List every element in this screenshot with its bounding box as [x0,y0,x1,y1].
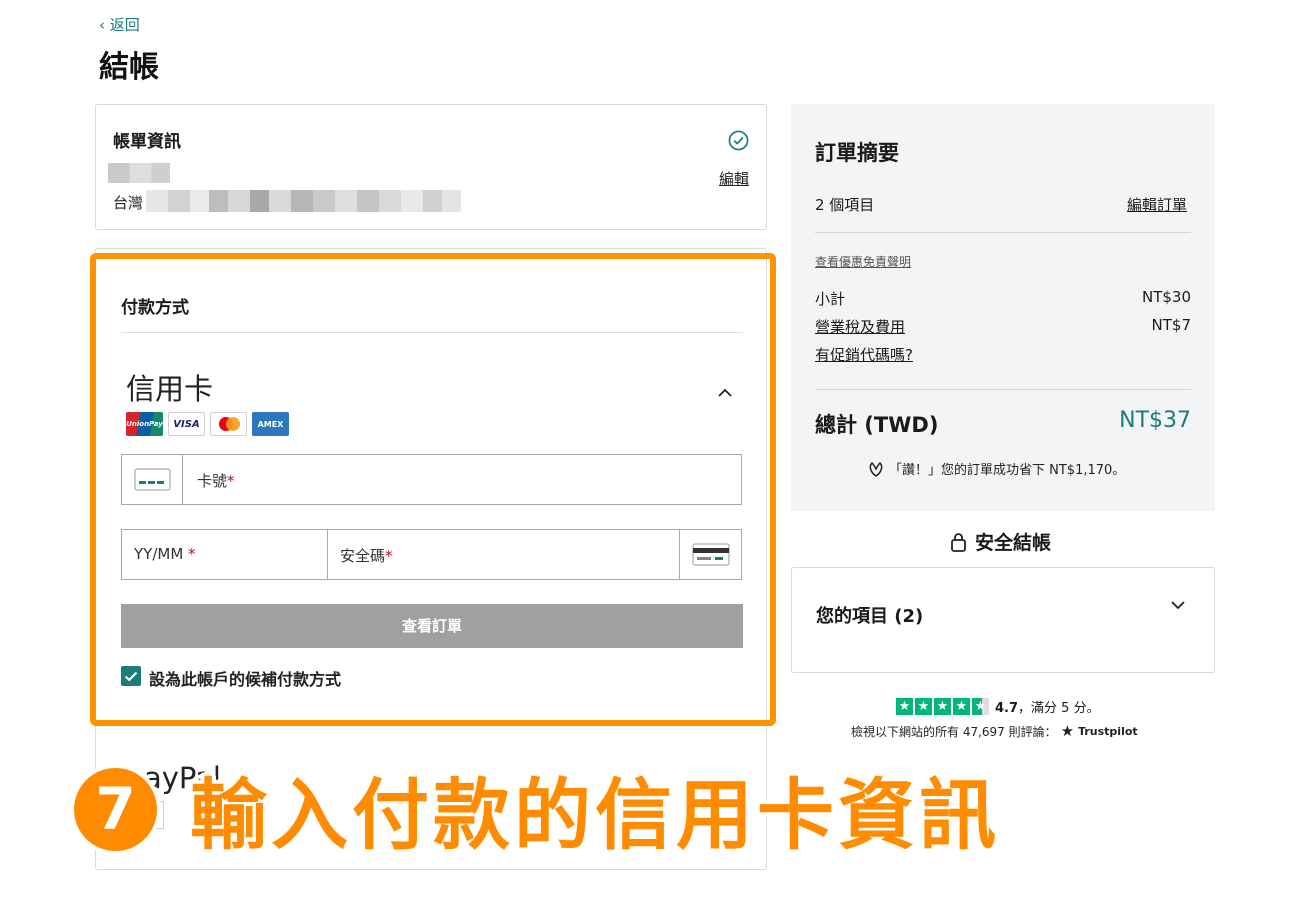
redacted-name [108,163,170,183]
star-icon: ★ [915,698,932,715]
your-items-title: 您的項目 (2) [816,606,924,627]
divider [815,232,1191,233]
chevron-up-icon[interactable] [717,386,733,398]
card-number-placeholder: 卡號* [197,472,235,490]
check-circle-icon [728,130,749,151]
expiry-placeholder: YY/MM * [134,545,196,563]
savings-message: 「讚！」您的訂單成功省下 NT$1,170。 [867,459,1125,478]
divider [121,332,743,333]
tax-link[interactable]: 營業稅及費用 [815,316,905,337]
expiry-field[interactable]: YY/MM * [121,529,328,580]
disclaimer-link[interactable]: 查看優惠免責聲明 [815,253,911,270]
edit-billing-link[interactable]: 編輯 [719,168,749,189]
star-icon: ★ [934,698,951,715]
step-number-badge: 7 [74,768,157,851]
redacted-address [146,190,461,212]
checkmark-icon [124,671,138,682]
page-title: 結帳 [99,50,159,85]
star-icon: ★ [953,698,970,715]
divider [815,389,1191,390]
card-number-field[interactable]: 卡號* [121,454,742,505]
total-value: NT$37 [1119,408,1191,433]
tax-value: NT$7 [1151,316,1191,334]
cvv-icon-box [679,530,741,579]
mastercard-logo [210,412,247,436]
backup-payment-checkbox[interactable] [121,666,141,686]
trustpilot-star-icon: ★ [1060,722,1075,740]
reviews-text: 檢視以下網站的所有 47,697 則評論： [851,724,1057,739]
rating-stars: ★ ★ ★ ★ ★ [896,698,989,715]
payment-title: 付款方式 [121,298,189,318]
card-back-icon [692,543,730,566]
billing-info-card: 帳單資訊 台灣 編輯 [95,104,767,230]
rating-value: 4.7 [995,701,1019,716]
trustpilot-reviews[interactable]: 檢視以下網站的所有 47,697 則評論： ★ Trustpilot [851,722,1138,740]
cvv-placeholder: 安全碼* [340,547,393,565]
annotation-caption: 輸入付款的信用卡資訊 [190,772,1000,861]
total-label: 總計 (TWD) [815,413,939,437]
order-summary: 訂單摘要 2 個項目 編輯訂單 查看優惠免責聲明 小計 NT$30 營業稅及費用… [791,104,1215,511]
leaf-icon [869,461,883,477]
star-half-icon: ★ [972,698,989,715]
cvv-field[interactable]: 安全碼* [327,529,742,580]
edit-order-link[interactable]: 編輯訂單 [1127,194,1187,215]
backup-payment-label: 設為此帳戶的候補付款方式 [149,670,342,689]
chevron-down-icon[interactable] [1170,599,1186,611]
amex-logo: AMEX [252,412,289,436]
trustpilot-rating: ★ ★ ★ ★ ★ 4.7，滿分 5 分。 [896,697,1100,716]
card-logos: UnionPay VISA AMEX [126,412,289,436]
rating-suffix: ，滿分 5 分。 [1018,701,1100,716]
visa-logo: VISA [168,412,205,436]
subtotal-value: NT$30 [1141,288,1191,306]
credit-card-icon [134,468,171,491]
promo-code-link[interactable]: 有促銷代碼嗎? [815,344,913,365]
card-icon-box [122,455,183,504]
star-icon: ★ [896,698,913,715]
billing-title: 帳單資訊 [113,132,181,152]
your-items-card[interactable]: 您的項目 (2) [791,567,1215,673]
summary-title: 訂單摘要 [815,141,899,165]
credit-card-title: 信用卡 [126,372,214,406]
subtotal-label: 小計 [815,290,846,308]
back-link[interactable]: ‹ 返回 [99,14,140,35]
secure-checkout: 安全結帳 [950,528,1051,555]
items-count: 2 個項目 [815,196,875,214]
unionpay-logo: UnionPay [126,412,163,436]
lock-icon [951,532,966,552]
billing-country: 台灣 [113,194,144,212]
review-order-button[interactable]: 查看訂單 [121,604,743,648]
trustpilot-brand: Trustpilot [1078,724,1138,738]
